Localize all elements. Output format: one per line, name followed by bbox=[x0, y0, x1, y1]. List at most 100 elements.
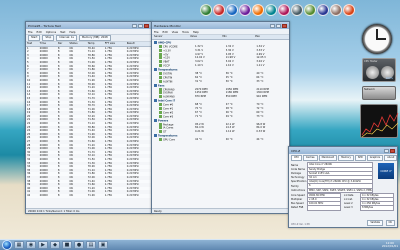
info-value: 8 MBytes bbox=[360, 205, 394, 211]
maximize-button[interactable] bbox=[138, 23, 143, 28]
menu-item[interactable]: Tools bbox=[182, 30, 189, 34]
table-row[interactable]: 15 20000 8 OK 71.7C 1.75K 0.29 MHz bbox=[26, 97, 151, 101]
sensor-icon bbox=[159, 107, 162, 111]
cpuz-tab[interactable]: SPD bbox=[354, 155, 366, 161]
cpuz-titlebar[interactable]: CPU-Z bbox=[289, 147, 397, 154]
cpuz-tab[interactable]: Graphics bbox=[366, 155, 384, 161]
sensor-icon bbox=[159, 110, 162, 114]
left-toolbar: Start Stop Interval: 1s Memory (MB): 2048 bbox=[26, 35, 151, 42]
chip-icon bbox=[154, 118, 157, 122]
cpuz-tabs: CPU Caches Mainboard Memory SPD Graphics About bbox=[289, 154, 397, 162]
table-row[interactable]: 10 20000 8 OK 71.9C 1.75K 0.29 MHz bbox=[26, 78, 151, 83]
cpu-meter-percent: 100% bbox=[385, 77, 393, 80]
monitor-icon[interactable]: ▤ bbox=[86, 241, 96, 249]
menu-item[interactable]: Edit bbox=[37, 30, 42, 34]
table-cell: 8 bbox=[56, 193, 69, 198]
menu-item[interactable]: Options bbox=[46, 30, 56, 34]
app-icon[interactable] bbox=[200, 4, 212, 16]
minimize-button[interactable] bbox=[132, 23, 137, 28]
taskbar: ▦ ◉ ▶ ◆ ■ ● ▤ ▣ 12:00 2012/01/01 bbox=[0, 239, 400, 250]
app-icon[interactable] bbox=[213, 4, 225, 16]
app-icon[interactable]: ● bbox=[74, 241, 84, 249]
cpuz-tab[interactable]: Caches bbox=[302, 155, 318, 161]
menu-item[interactable]: View bbox=[172, 30, 178, 34]
explorer-icon[interactable]: ▦ bbox=[14, 241, 24, 249]
left-titlebar[interactable]: Prime95 - Torture Test bbox=[26, 22, 151, 29]
close-button[interactable] bbox=[144, 23, 149, 28]
app-icon[interactable]: ■ bbox=[62, 241, 72, 249]
sensor-icon bbox=[159, 44, 162, 48]
app-icon[interactable] bbox=[343, 4, 355, 16]
menu-item[interactable]: Help bbox=[69, 30, 75, 34]
menu-item[interactable]: Test bbox=[60, 30, 65, 34]
app-icon[interactable] bbox=[317, 4, 329, 16]
media-icon[interactable]: ▶ bbox=[38, 241, 48, 249]
app-icon[interactable] bbox=[252, 4, 264, 16]
maximize-button[interactable] bbox=[276, 23, 281, 28]
app-icon[interactable] bbox=[226, 4, 238, 16]
app-icon[interactable] bbox=[239, 4, 251, 16]
clock-gadget bbox=[362, 24, 392, 54]
column-header[interactable]: Sensor bbox=[154, 35, 190, 39]
tray-date: 2012/01/01 bbox=[381, 244, 398, 248]
minimize-button[interactable] bbox=[270, 23, 275, 28]
info-label: Multiplier bbox=[291, 198, 303, 202]
sensor-icon bbox=[159, 79, 162, 83]
app-icon[interactable] bbox=[330, 4, 342, 16]
column-header[interactable]: Max bbox=[255, 35, 287, 39]
left-table: Test Time Iter Status Temp FFT size Result 1 20… bbox=[26, 42, 151, 198]
cpuz-clocks: Core Speed 4500.36 MHz Multiplier x 45.0 Bus… bbox=[291, 192, 342, 211]
cpuz-tab[interactable]: Mainboard bbox=[318, 155, 338, 161]
sensor-icon bbox=[159, 87, 162, 91]
minimize-button[interactable] bbox=[384, 148, 389, 153]
info-label: Code Name bbox=[291, 167, 305, 171]
app-icon[interactable] bbox=[291, 4, 303, 16]
close-button[interactable] bbox=[282, 23, 287, 28]
cpuz-tab[interactable]: About bbox=[384, 155, 397, 161]
system-tray-clock[interactable]: 12:00 2012/01/01 bbox=[381, 241, 398, 249]
sensor-icon bbox=[159, 72, 162, 76]
left-statusbar: 20000 0:00 1 Ticks/Second: 1 Total: 0 ms bbox=[26, 208, 151, 213]
menu-item[interactable]: Help bbox=[193, 30, 199, 34]
info-label: Rated FSB bbox=[291, 206, 304, 210]
network-label: Network bbox=[364, 88, 375, 91]
table-cell: 71.9C bbox=[86, 193, 104, 198]
close-button[interactable] bbox=[390, 148, 395, 153]
browser-icon[interactable]: ◉ bbox=[26, 241, 36, 249]
info-row: Instructions MMX, SSE, SSE2, SSE3, SSSE3,… bbox=[291, 187, 395, 193]
info-label: Name bbox=[291, 163, 299, 167]
cpuz-tab[interactable]: CPU bbox=[291, 155, 302, 161]
toolbar-item[interactable]: Stop bbox=[42, 35, 55, 41]
middle-titlebar[interactable]: Hardware Monitor bbox=[152, 22, 289, 29]
toolbar-item[interactable]: Interval: 1s bbox=[56, 35, 77, 41]
table-row[interactable]: 42 20000 8 OK 71.9C 1.75K 0.29 MHz bbox=[26, 193, 151, 198]
validate-button[interactable]: Validate bbox=[367, 220, 383, 226]
cpuz-window: CPU-Z CPU Caches Mainboard Memory SPD Graphic… bbox=[288, 146, 398, 228]
column-header[interactable]: Min bbox=[222, 35, 254, 39]
toolbar-item[interactable]: Memory (MB): 2048 bbox=[78, 35, 111, 41]
sensor-icon bbox=[159, 56, 162, 60]
ok-button[interactable]: OK bbox=[385, 220, 395, 226]
info-value bbox=[307, 205, 341, 211]
menu-item[interactable]: Edit bbox=[163, 30, 168, 34]
cpu-icon[interactable]: ▣ bbox=[98, 241, 108, 249]
app-icon[interactable]: ◆ bbox=[50, 241, 60, 249]
start-button[interactable] bbox=[2, 240, 12, 250]
graph-gadget bbox=[360, 104, 399, 138]
info-label: Bus Speed bbox=[291, 202, 304, 206]
sensor-row[interactable]: GPU Core 42 °C 40 °C 44 °C bbox=[154, 138, 287, 142]
cpuz-tab[interactable]: Memory bbox=[338, 155, 354, 161]
app-icon[interactable] bbox=[304, 4, 316, 16]
menu-item[interactable]: File bbox=[154, 30, 159, 34]
toolbar-item[interactable]: Start bbox=[28, 35, 41, 41]
cpuz-version: CPU-Z Ver. 1.58 bbox=[291, 223, 310, 226]
column-header[interactable]: Value bbox=[190, 35, 222, 39]
cpuz-cache: L1 Data 4 x 32 KBytes L1 Inst. 4 x 32 KByte… bbox=[344, 192, 395, 211]
desktop-top-icons bbox=[200, 2, 355, 18]
clock-minute-hand bbox=[376, 38, 386, 40]
app-icon[interactable] bbox=[265, 4, 277, 16]
cpu-meter-label: CPU Meter bbox=[364, 60, 378, 63]
menu-item[interactable]: File bbox=[28, 30, 33, 34]
app-icon[interactable] bbox=[278, 4, 290, 16]
sensor-name: GPU Core bbox=[154, 138, 195, 142]
